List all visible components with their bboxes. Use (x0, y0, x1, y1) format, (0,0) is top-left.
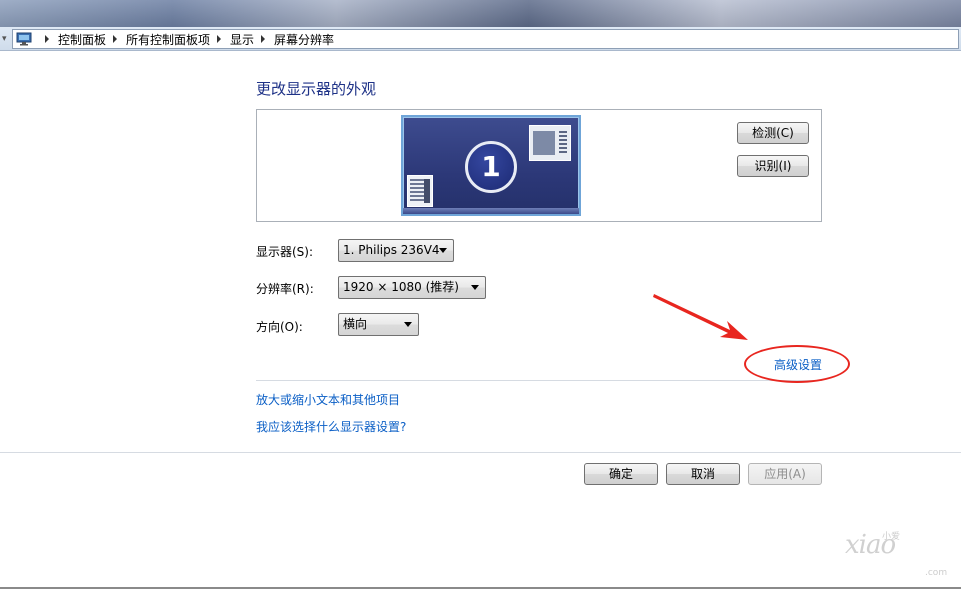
cancel-button[interactable]: 取消 (666, 463, 740, 485)
control-panel-icon (16, 32, 32, 46)
orientation-select-value: 横向 (343, 317, 368, 331)
text-size-link[interactable]: 放大或缩小文本和其他项目 (256, 391, 400, 408)
section-divider (256, 380, 822, 381)
address-bar[interactable]: 控制面板 所有控制面板项 显示 屏幕分辨率 (12, 29, 959, 49)
resolution-select[interactable]: 1920 × 1080 (推荐) (338, 276, 486, 299)
annotation-ellipse (744, 345, 850, 383)
breadcrumb-item-display[interactable]: 显示 (230, 31, 254, 48)
breadcrumb-separator-icon (45, 35, 49, 43)
breadcrumb-item-all-items[interactable]: 所有控制面板项 (126, 31, 210, 48)
address-row: ▾ 控制面板 所有控制面板项 显示 屏幕分辨率 (0, 27, 961, 51)
mini-taskbar (403, 208, 579, 214)
monitor-1-preview[interactable]: 1 (401, 115, 581, 216)
mini-start-menu-icon (407, 175, 433, 207)
breadcrumb-separator-icon (113, 35, 118, 43)
display-select-value: 1. Philips 236V4 (343, 243, 440, 257)
chevron-down-icon (439, 248, 447, 253)
page-title: 更改显示器的外观 (256, 80, 377, 98)
which-settings-link[interactable]: 我应该选择什么显示器设置? (256, 418, 406, 435)
mini-window-icon (529, 125, 571, 161)
breadcrumb-item-control-panel[interactable]: 控制面板 (58, 31, 106, 48)
footer-divider (0, 452, 961, 453)
display-label: 显示器(S): (256, 245, 314, 259)
orientation-select[interactable]: 横向 (338, 313, 419, 336)
desktop-background-strip (0, 0, 961, 28)
chevron-down-icon (404, 322, 412, 327)
identify-button[interactable]: 识别(I) (737, 155, 809, 177)
display-select[interactable]: 1. Philips 236V4 (338, 239, 454, 262)
resolution-select-value: 1920 × 1080 (推荐) (343, 280, 459, 294)
monitor-preview-box: 1 检测(C) 识别(I) (256, 109, 822, 222)
monitor-number-badge: 1 (465, 141, 517, 193)
apply-button[interactable]: 应用(A) (748, 463, 822, 485)
watermark-com-text: .com (925, 568, 948, 578)
breadcrumb-separator-icon (261, 35, 266, 43)
chevron-down-icon (471, 285, 479, 290)
breadcrumb-item-resolution[interactable]: 屏幕分辨率 (274, 31, 334, 48)
watermark-logo: xiao (845, 530, 896, 560)
ok-button[interactable]: 确定 (584, 463, 658, 485)
resolution-label: 分辨率(R): (256, 282, 314, 296)
breadcrumb-separator-icon (217, 35, 222, 43)
annotation-arrow-icon (653, 294, 748, 340)
orientation-label: 方向(O): (256, 320, 303, 334)
detect-button[interactable]: 检测(C) (737, 122, 809, 144)
nav-down-icon[interactable]: ▾ (2, 33, 12, 45)
